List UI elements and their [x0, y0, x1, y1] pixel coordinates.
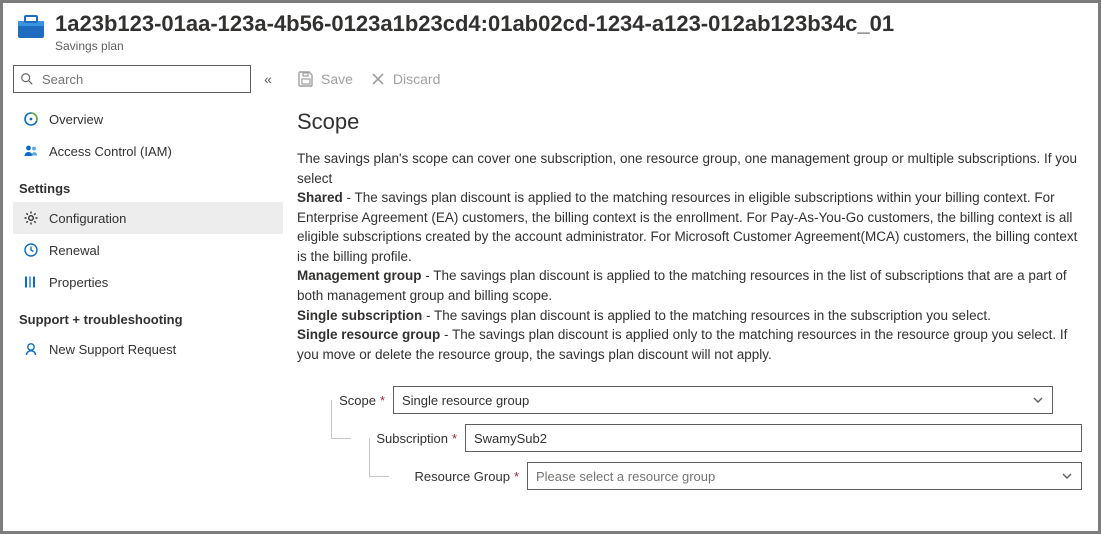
sidebar-item-label: Overview — [49, 112, 103, 127]
scope-select[interactable]: Single resource group — [393, 386, 1053, 414]
sidebar-item-label: Access Control (IAM) — [49, 144, 172, 159]
gear-icon — [23, 210, 39, 226]
scope-select-value: Single resource group — [402, 393, 529, 408]
sidebar-item-label: New Support Request — [49, 342, 176, 357]
people-icon — [23, 143, 39, 159]
scope-form: Scope* Single resource group Subscriptio… — [297, 386, 1082, 490]
scope-sub-text: - The savings plan discount is applied t… — [422, 308, 991, 323]
save-label: Save — [321, 71, 353, 87]
main-content: Save Discard Scope The savings plan's sc… — [283, 55, 1098, 525]
subscription-input[interactable]: SwamySub2 — [465, 424, 1082, 452]
scope-sub-label: Single subscription — [297, 308, 422, 323]
discard-label: Discard — [393, 71, 440, 87]
chevron-down-icon — [1032, 394, 1044, 406]
search-icon — [20, 72, 34, 86]
chevron-down-icon — [1061, 470, 1073, 482]
scope-mgmt-label: Management group — [297, 268, 422, 283]
sidebar-item-new-support-request[interactable]: New Support Request — [13, 333, 283, 365]
sidebar-item-renewal[interactable]: Renewal — [13, 234, 283, 266]
sidebar-section-support: Support + troubleshooting — [13, 298, 283, 333]
subscription-input-value: SwamySub2 — [474, 431, 547, 446]
sidebar-item-label: Properties — [49, 275, 108, 290]
sidebar: « Overview Access Control (IAM) Settings… — [3, 55, 283, 525]
page-subtitle: Savings plan — [55, 39, 894, 53]
sidebar-item-label: Configuration — [49, 211, 126, 226]
sidebar-item-overview[interactable]: Overview — [13, 103, 283, 135]
support-icon — [23, 341, 39, 357]
save-button[interactable]: Save — [297, 70, 353, 88]
resource-group-placeholder: Please select a resource group — [536, 469, 715, 484]
sidebar-item-iam[interactable]: Access Control (IAM) — [13, 135, 283, 167]
sidebar-collapse-button[interactable]: « — [259, 71, 277, 87]
toolbar: Save Discard — [297, 55, 1082, 103]
clock-icon — [23, 242, 39, 258]
scope-heading: Scope — [297, 109, 1082, 135]
resource-group-field-label: Resource Group* — [395, 469, 527, 484]
search-input-field[interactable] — [40, 71, 244, 88]
scope-intro: The savings plan's scope can cover one s… — [297, 151, 1077, 186]
discard-icon — [369, 70, 387, 88]
discard-button[interactable]: Discard — [369, 70, 440, 88]
sidebar-item-configuration[interactable]: Configuration — [13, 202, 283, 234]
page-header: 1a23b123-01aa-123a-4b56-0123a1b23cd4:01a… — [3, 3, 1098, 55]
sidebar-item-properties[interactable]: Properties — [13, 266, 283, 298]
sidebar-item-label: Renewal — [49, 243, 100, 258]
savings-plan-icon — [15, 11, 47, 43]
overview-icon — [23, 111, 39, 127]
resource-group-select[interactable]: Please select a resource group — [527, 462, 1082, 490]
page-title: 1a23b123-01aa-123a-4b56-0123a1b23cd4:01a… — [55, 11, 894, 37]
save-icon — [297, 70, 315, 88]
sidebar-section-settings: Settings — [13, 167, 283, 202]
scope-description: The savings plan's scope can cover one s… — [297, 149, 1082, 364]
properties-icon — [23, 274, 39, 290]
scope-shared-text: - The savings plan discount is applied t… — [297, 190, 1077, 264]
scope-shared-label: Shared — [297, 190, 343, 205]
search-input[interactable] — [13, 65, 251, 93]
scope-rg-label: Single resource group — [297, 327, 440, 342]
